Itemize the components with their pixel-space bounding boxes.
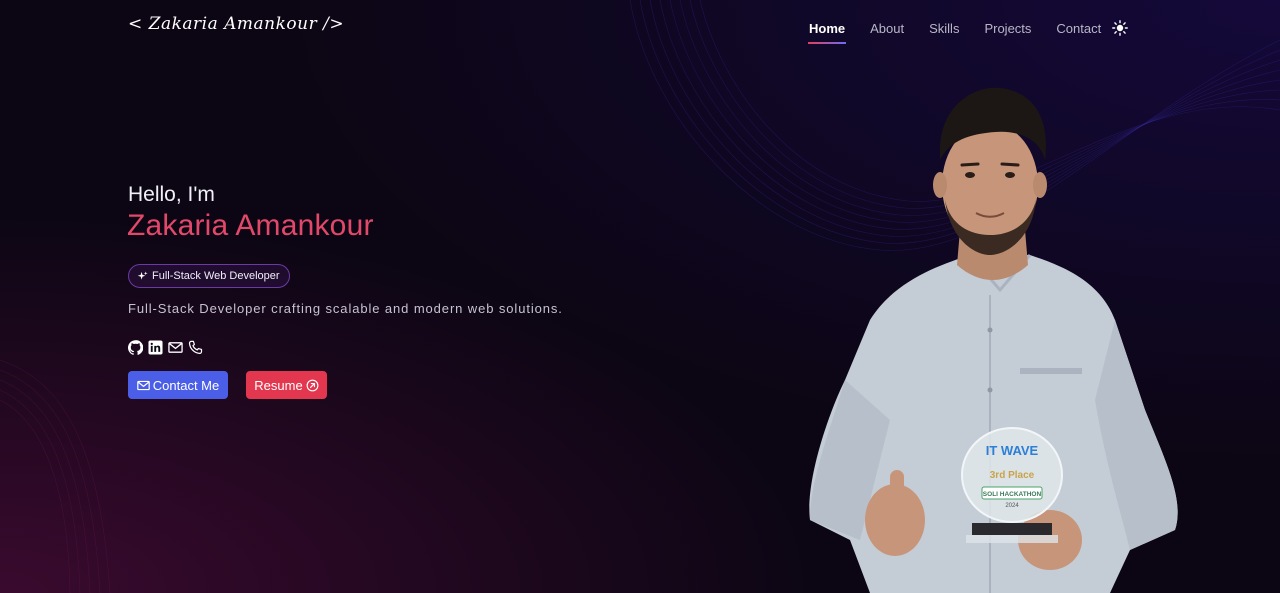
trophy-place: 3rd Place [990,470,1035,481]
top-navbar: < Zakaria Amankour /> Home About Skills … [0,0,1280,58]
trophy-year: 2024 [1005,503,1019,509]
nav-links: Home About Skills Projects Contact [807,20,1129,44]
hero-name: Zakaria Amankour [127,209,374,242]
mail-icon[interactable] [168,340,183,355]
phone-icon[interactable] [188,340,203,355]
linkedin-icon[interactable] [148,340,163,355]
trophy-event: SOLI HACKATHON [983,491,1042,498]
nav-contact-link[interactable]: Contact [1056,21,1101,36]
nav-home-link[interactable]: Home [807,21,847,44]
contact-me-button[interactable]: Contact Me [128,371,228,399]
hero-tagline: Full-Stack Developer crafting scalable a… [128,301,563,316]
trophy-brand: IT WAVE [986,443,1039,458]
sun-icon[interactable] [1112,20,1129,36]
trophy: IT WAVE 3rd Place SOLI HACKATHON 2024 [961,427,1063,543]
role-badge: Full-Stack Web Developer [128,264,290,288]
mail-icon [136,380,150,390]
resume-label: Resume [254,377,303,393]
contact-me-label: Contact Me [152,377,220,393]
hero-greeting: Hello, I'm [128,183,215,206]
github-icon[interactable] [128,340,143,355]
external-link-icon [306,379,319,391]
sparkle-icon [137,270,148,280]
nav-projects-link[interactable]: Projects [984,21,1031,36]
nav-skills-link[interactable]: Skills [929,21,959,36]
nav-about-link[interactable]: About [870,21,904,36]
role-badge-label: Full-Stack Web Developer [152,270,280,282]
social-links [128,340,208,355]
profile-photo: IT WAVE 3rd Place SOLI HACKATHON 2024 [809,87,1178,593]
site-logo[interactable]: < Zakaria Amankour /> [128,14,344,34]
resume-button[interactable]: Resume [246,371,327,399]
